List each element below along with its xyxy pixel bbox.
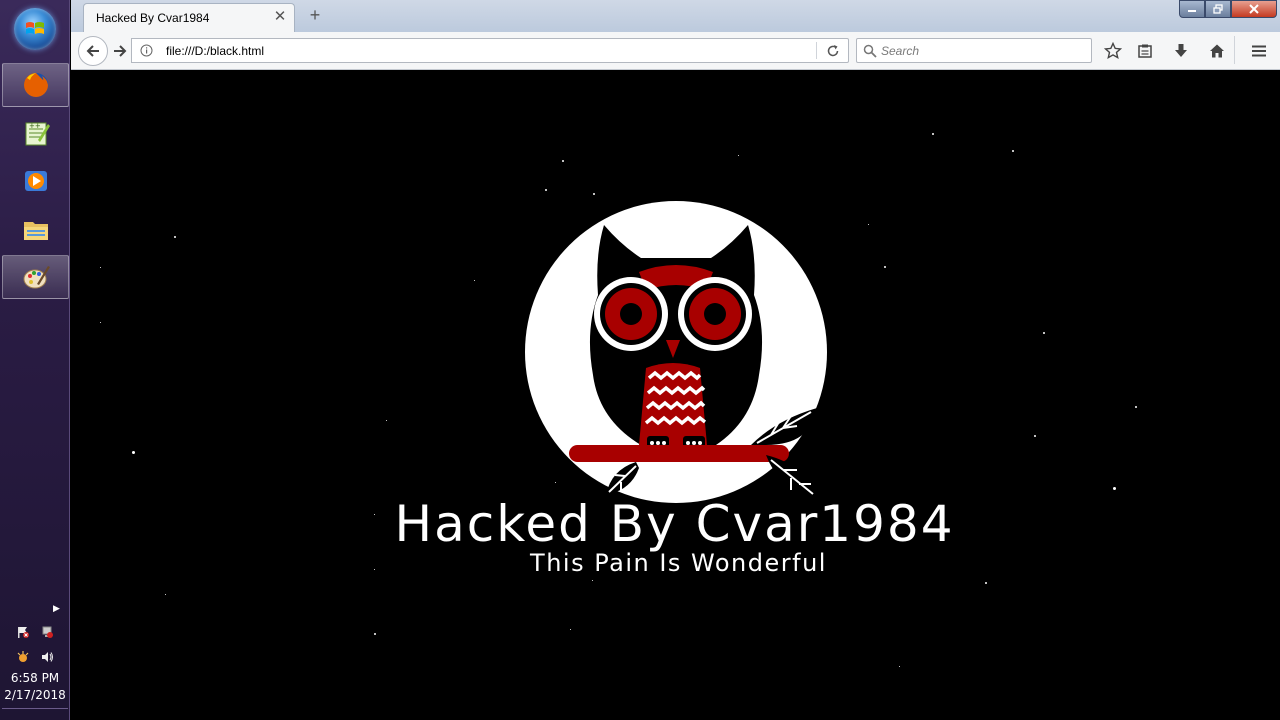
- volume-icon[interactable]: [40, 650, 54, 664]
- page-content: Hacked By Cvar1984 This Pain Is Wonderfu…: [71, 71, 1280, 720]
- star: [884, 266, 886, 268]
- show-desktop-button[interactable]: [2, 708, 68, 718]
- star: [132, 451, 135, 454]
- toolbar-separator: [1234, 36, 1235, 64]
- taskbar-item-explorer[interactable]: [2, 207, 69, 251]
- update-icon[interactable]: [16, 650, 30, 664]
- star: [899, 666, 900, 667]
- media-player-icon: [24, 171, 47, 191]
- minimize-button[interactable]: [1179, 0, 1205, 18]
- star-icon: [1104, 42, 1122, 60]
- window-controls: [1179, 0, 1277, 18]
- clipboard-icon: [1138, 44, 1152, 58]
- star: [593, 193, 595, 195]
- star: [562, 160, 564, 162]
- clock-time[interactable]: 6:58 PM: [0, 671, 70, 685]
- tab-title: Hacked By Cvar1984: [96, 11, 210, 25]
- star: [165, 594, 166, 595]
- downloads-button[interactable]: [1170, 40, 1192, 62]
- browser-window: Hacked By Cvar1984 ✕ + file:///D:/black.…: [71, 0, 1280, 720]
- star: [545, 189, 547, 191]
- taskbar: ++ ▶ 6:58 PM 2/17/2018: [0, 0, 70, 720]
- taskbar-item-notepad-plus[interactable]: ++: [2, 111, 69, 155]
- star: [570, 629, 571, 630]
- menu-button[interactable]: [1248, 40, 1270, 62]
- desktop-screen: ++ ▶ 6:58 PM 2/17/2018 Hacked By Cvar198…: [0, 0, 1280, 720]
- search-bar[interactable]: [856, 38, 1092, 63]
- close-icon: [1249, 4, 1259, 14]
- star: [100, 322, 101, 323]
- paint-icon: [23, 266, 50, 289]
- minimize-icon: [1188, 10, 1196, 12]
- taskbar-item-firefox[interactable]: [2, 63, 69, 107]
- windows-logo-icon: [26, 22, 44, 34]
- svg-text:++: ++: [29, 122, 41, 130]
- clock-date[interactable]: 2/17/2018: [0, 688, 70, 702]
- star: [738, 155, 739, 156]
- new-tab-button[interactable]: +: [305, 5, 325, 25]
- star: [932, 133, 934, 135]
- star: [1135, 406, 1137, 408]
- site-info-icon[interactable]: [140, 44, 153, 57]
- forward-button[interactable]: [109, 40, 131, 62]
- star: [386, 420, 387, 421]
- url-separator: [816, 42, 817, 59]
- star: [100, 267, 101, 268]
- home-button[interactable]: [1206, 40, 1228, 62]
- tab-bar: Hacked By Cvar1984 ✕ +: [71, 0, 1280, 32]
- action-center-flag-icon[interactable]: [16, 625, 30, 639]
- restore-icon: [1213, 4, 1223, 14]
- reload-icon[interactable]: [826, 44, 840, 58]
- network-icon[interactable]: [40, 625, 54, 639]
- star: [174, 236, 176, 238]
- star: [592, 580, 593, 581]
- restore-button[interactable]: [1205, 0, 1231, 18]
- url-text[interactable]: file:///D:/black.html: [166, 44, 264, 58]
- folder-icon: [23, 222, 48, 240]
- taskbar-item-media-player[interactable]: [2, 159, 69, 203]
- bookmark-star-button[interactable]: [1102, 40, 1124, 62]
- close-window-button[interactable]: [1231, 0, 1277, 18]
- hamburger-menu-icon: [1252, 45, 1266, 57]
- star: [985, 582, 987, 584]
- tray-expand-icon[interactable]: ▶: [53, 603, 60, 614]
- notepad-plus-icon: ++: [25, 122, 50, 146]
- star: [374, 633, 376, 635]
- star: [1034, 435, 1036, 437]
- star: [1113, 487, 1116, 490]
- taskbar-item-paint[interactable]: [2, 255, 69, 299]
- url-bar[interactable]: file:///D:/black.html: [131, 38, 849, 63]
- reading-list-button[interactable]: [1134, 40, 1156, 62]
- search-input[interactable]: [881, 42, 1081, 60]
- firefox-icon: [23, 73, 48, 97]
- navigation-toolbar: file:///D:/black.html: [71, 32, 1280, 70]
- star: [1012, 150, 1014, 152]
- headline: Hacked By Cvar1984: [394, 495, 955, 553]
- download-arrow-icon: [1175, 44, 1187, 57]
- star: [474, 280, 475, 281]
- home-icon: [1210, 44, 1224, 58]
- start-button[interactable]: [14, 8, 56, 50]
- back-arrow-icon: [86, 45, 99, 57]
- forward-arrow-icon: [114, 45, 127, 57]
- search-icon: [863, 44, 877, 58]
- owl-logo: [525, 201, 827, 503]
- back-button[interactable]: [78, 36, 108, 66]
- tab-close-icon[interactable]: ✕: [272, 9, 288, 25]
- subheadline: This Pain Is Wonderful: [530, 549, 827, 577]
- tab-active[interactable]: Hacked By Cvar1984 ✕: [83, 3, 295, 32]
- star: [868, 224, 869, 225]
- star: [1043, 332, 1045, 334]
